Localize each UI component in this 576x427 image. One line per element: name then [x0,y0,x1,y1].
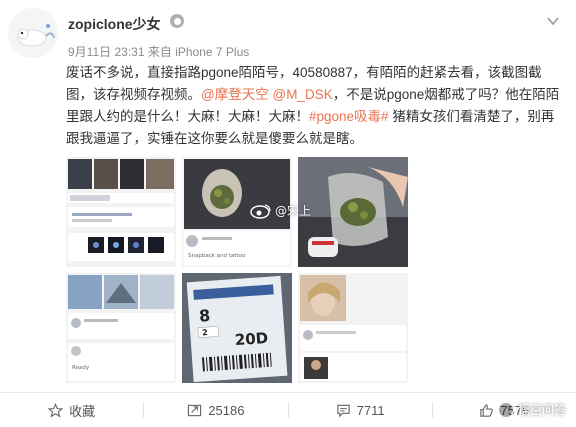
boarding-pass-number: 8 [198,306,210,326]
post-image-1[interactable] [66,157,176,267]
post-header: zopiclone少女 9月11日 23:31 来自 iPhone 7 Plus [0,0,576,60]
boarding-pass-seat: 20D [234,329,269,349]
image-grid: Snapback and tattoo Ready 8 2 20D [66,157,412,383]
repost-icon [188,404,202,416]
thumbs-up-icon [480,403,494,417]
weibo-logo-icon [250,203,271,219]
avatar[interactable] [8,8,58,58]
username[interactable]: zopiclone少女 [68,14,161,34]
mention-link[interactable]: @摩登天空 [201,87,269,102]
avatar-image [8,8,58,58]
post-timestamp: 9月11日 23:31 [68,45,145,59]
hashtag-link[interactable]: #pgone吸毒# [309,109,389,124]
comment-icon [336,404,350,417]
favorite-button[interactable]: 收藏 [0,393,143,427]
post-source[interactable]: iPhone 7 Plus [175,45,249,59]
member-badge-icon [170,14,184,28]
post-source-prefix: 来自 [147,45,172,59]
post-meta: 9月11日 23:31 来自 iPhone 7 Plus [68,43,249,60]
favorite-label: 收藏 [69,403,96,419]
image-caption: Ready [72,365,90,371]
comment-count: 7711 [356,402,385,418]
image-watermark: @宋上 [250,202,311,219]
post-image-3[interactable] [298,157,408,267]
comment-button[interactable]: 7711 [289,393,432,427]
chevron-down-icon[interactable] [546,14,560,28]
repost-count: 25186 [208,402,245,418]
boarding-pass-number: 2 [202,328,208,337]
star-icon [48,402,64,418]
brand-watermark: 悟空问答 [497,401,566,418]
post-image-6[interactable] [298,273,408,383]
post-image-5[interactable]: 8 2 20D [182,273,292,383]
brand-logo-icon [497,401,514,418]
action-bar: 收藏 25186 7711 7576 [0,393,576,427]
mention-link[interactable]: @M_DSK [272,87,332,102]
brand-text: 悟空问答 [517,403,566,417]
post-text: 废话不多说，直接指路pgone陌陌号，40580887，有陌陌的赶紧去看，该截图… [66,62,566,150]
post-image-4[interactable]: Ready [66,273,176,383]
image-caption: Snapback and tattoo [188,253,246,259]
repost-button[interactable]: 25186 [144,393,287,427]
watermark-text: @宋上 [275,204,312,218]
